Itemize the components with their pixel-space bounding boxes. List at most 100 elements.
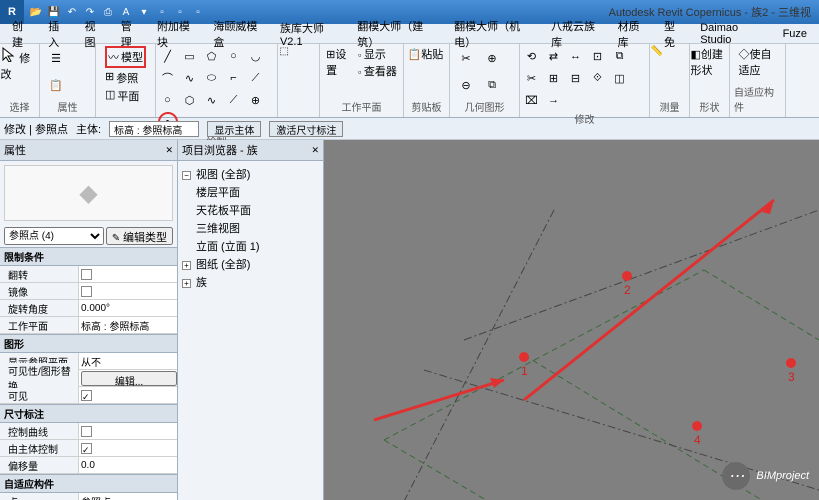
properties-button[interactable]: ☰ — [44, 46, 68, 70]
ref-icon[interactable]: ⊞ — [105, 70, 114, 86]
reference-point[interactable] — [692, 421, 702, 431]
tool[interactable]: ◫ — [610, 68, 630, 88]
checkbox[interactable] — [81, 426, 92, 437]
main-area: 属性✕ ◆ 参照点 (4) ✎ 编辑类型 限制条件翻转镜像旋转角度0.000°工… — [0, 140, 819, 500]
tool[interactable]: ⧉ — [610, 46, 630, 66]
btn[interactable]: ✂ — [454, 46, 478, 70]
host-dropdown[interactable]: 标高 : 参照标高 — [109, 121, 199, 137]
tool[interactable]: ⟋ — [224, 90, 244, 110]
tool[interactable]: ⊟ — [566, 68, 586, 88]
edit-type-button[interactable]: ✎ 编辑类型 — [106, 227, 173, 245]
rect-tool[interactable]: ▭ — [180, 46, 200, 66]
checkbox[interactable] — [81, 286, 92, 297]
line-tool[interactable]: ╱ — [158, 46, 178, 66]
ribbon-group-select: 修改 选择 — [0, 44, 40, 117]
btn[interactable]: ⊖ — [454, 73, 478, 97]
arc2-tool[interactable]: ⌒ — [158, 68, 178, 88]
tool[interactable]: → — [544, 90, 564, 110]
create-shape-button[interactable]: ◧创建 形状 — [691, 46, 729, 96]
property-key: 工作平面 — [0, 318, 78, 333]
tool[interactable]: ⟋ — [246, 68, 266, 88]
property-value[interactable]: 标高 : 参照标高 — [78, 317, 177, 333]
options-bar: 修改 | 参照点 主体: 标高 : 参照标高 显示主体 激活尺寸标注 — [0, 118, 819, 140]
close-icon[interactable]: ✕ — [165, 145, 173, 156]
checkbox[interactable] — [81, 443, 92, 454]
edit-button[interactable]: 编辑... — [81, 371, 177, 386]
viewport-3d[interactable]: 1234 ⋯ BIMproject — [324, 140, 819, 500]
tool[interactable]: ∿ — [202, 90, 222, 110]
paste-button[interactable]: 📋粘贴 — [408, 46, 446, 96]
show-button[interactable]: ▫ 显示 — [358, 46, 397, 62]
property-row: 镜像 — [0, 283, 177, 300]
make-adaptive-button[interactable]: ◇使自适应 — [739, 46, 777, 83]
modify-button[interactable]: 修改 — [1, 46, 39, 96]
btn[interactable]: ⊕ — [480, 46, 504, 70]
property-category[interactable]: 图形 — [0, 334, 177, 353]
tool[interactable]: ○ — [158, 90, 178, 110]
checkbox[interactable] — [81, 269, 92, 280]
properties-grid[interactable]: 限制条件翻转镜像旋转角度0.000°工作平面标高 : 参照标高图形显示参照平面从… — [0, 247, 177, 500]
property-value[interactable] — [78, 283, 177, 299]
tool[interactable]: ⊞ — [544, 68, 564, 88]
reference-point[interactable] — [519, 352, 529, 362]
property-value[interactable] — [78, 440, 177, 456]
tree-toggle-icon[interactable]: + — [182, 279, 191, 288]
tree-toggle-icon[interactable]: − — [182, 171, 191, 180]
property-value[interactable]: 0.0 — [78, 457, 177, 473]
property-value[interactable]: 参照点 — [78, 493, 177, 500]
tree-item[interactable]: 三维视图 — [182, 219, 319, 237]
activate-dims-button[interactable]: 激活尺寸标注 — [269, 121, 343, 137]
poly-tool[interactable]: ⬠ — [202, 46, 222, 66]
property-value[interactable]: 编辑... — [78, 370, 177, 386]
menu-fuze[interactable]: Fuze — [775, 26, 815, 42]
ref-label: 参照 — [116, 70, 138, 86]
ellipse-tool[interactable]: ⬭ — [202, 68, 222, 88]
measure-button[interactable]: 📏 — [651, 46, 689, 96]
checkbox[interactable] — [81, 390, 92, 401]
tool[interactable]: ⟲ — [522, 46, 542, 66]
circle-tool[interactable]: ○ — [224, 46, 244, 66]
tool[interactable]: ⌧ — [522, 90, 542, 110]
tree-item[interactable]: 楼层平面 — [182, 183, 319, 201]
model-icon[interactable]: 〰 — [108, 49, 119, 65]
btn[interactable]: ⬚ — [280, 46, 318, 96]
btn[interactable]: ⧉ — [480, 73, 504, 97]
project-tree[interactable]: − 视图 (全部) 楼层平面 天花板平面 三维视图 立面 (立面 1)+ 图纸 … — [178, 161, 323, 295]
tool[interactable]: ⟐ — [588, 68, 608, 88]
type-button[interactable]: 📋 — [44, 73, 68, 97]
tool[interactable]: ↔ — [566, 46, 586, 66]
property-value[interactable] — [78, 266, 177, 282]
show-host-button[interactable]: 显示主体 — [207, 121, 261, 137]
tree-item[interactable]: 天花板平面 — [182, 201, 319, 219]
spline-tool[interactable]: ∿ — [180, 68, 200, 88]
property-value[interactable] — [78, 387, 177, 403]
property-category[interactable]: 自适应构件 — [0, 474, 177, 493]
arrow-1 — [374, 380, 504, 420]
tool[interactable]: ✂ — [522, 68, 542, 88]
tool[interactable]: ⬡ — [180, 90, 200, 110]
reference-point[interactable] — [786, 358, 796, 368]
tree-item[interactable]: + 图纸 (全部) — [182, 255, 319, 273]
tool[interactable]: ⇄ — [544, 46, 564, 66]
property-category[interactable]: 尺寸标注 — [0, 404, 177, 423]
tree-toggle-icon[interactable]: + — [182, 261, 191, 270]
plane-icon[interactable]: ◫ — [105, 88, 115, 104]
fillet-tool[interactable]: ⌐ — [224, 68, 244, 88]
tree-item[interactable]: − 视图 (全部) — [182, 165, 319, 183]
reference-point[interactable] — [622, 271, 632, 281]
property-value[interactable]: 0.000° — [78, 300, 177, 316]
viewer-button[interactable]: ▫ 查看器 — [358, 63, 397, 79]
property-category[interactable]: 限制条件 — [0, 247, 177, 266]
modify-context: 修改 | 参照点 — [4, 121, 68, 137]
tool[interactable]: ⊕ — [246, 90, 266, 110]
close-icon[interactable]: ✕ — [311, 145, 319, 156]
property-value[interactable]: 从不 — [78, 353, 177, 369]
property-value[interactable] — [78, 423, 177, 439]
tool[interactable]: ⊡ — [588, 46, 608, 66]
tree-item[interactable]: + 族 — [182, 273, 319, 291]
property-key: 镜像 — [0, 284, 78, 299]
arc-tool[interactable]: ◡ — [246, 46, 266, 66]
type-selector[interactable]: 参照点 (4) — [4, 227, 104, 245]
tree-item[interactable]: 立面 (立面 1) — [182, 237, 319, 255]
set-button[interactable]: ⊞设置 — [326, 46, 356, 96]
